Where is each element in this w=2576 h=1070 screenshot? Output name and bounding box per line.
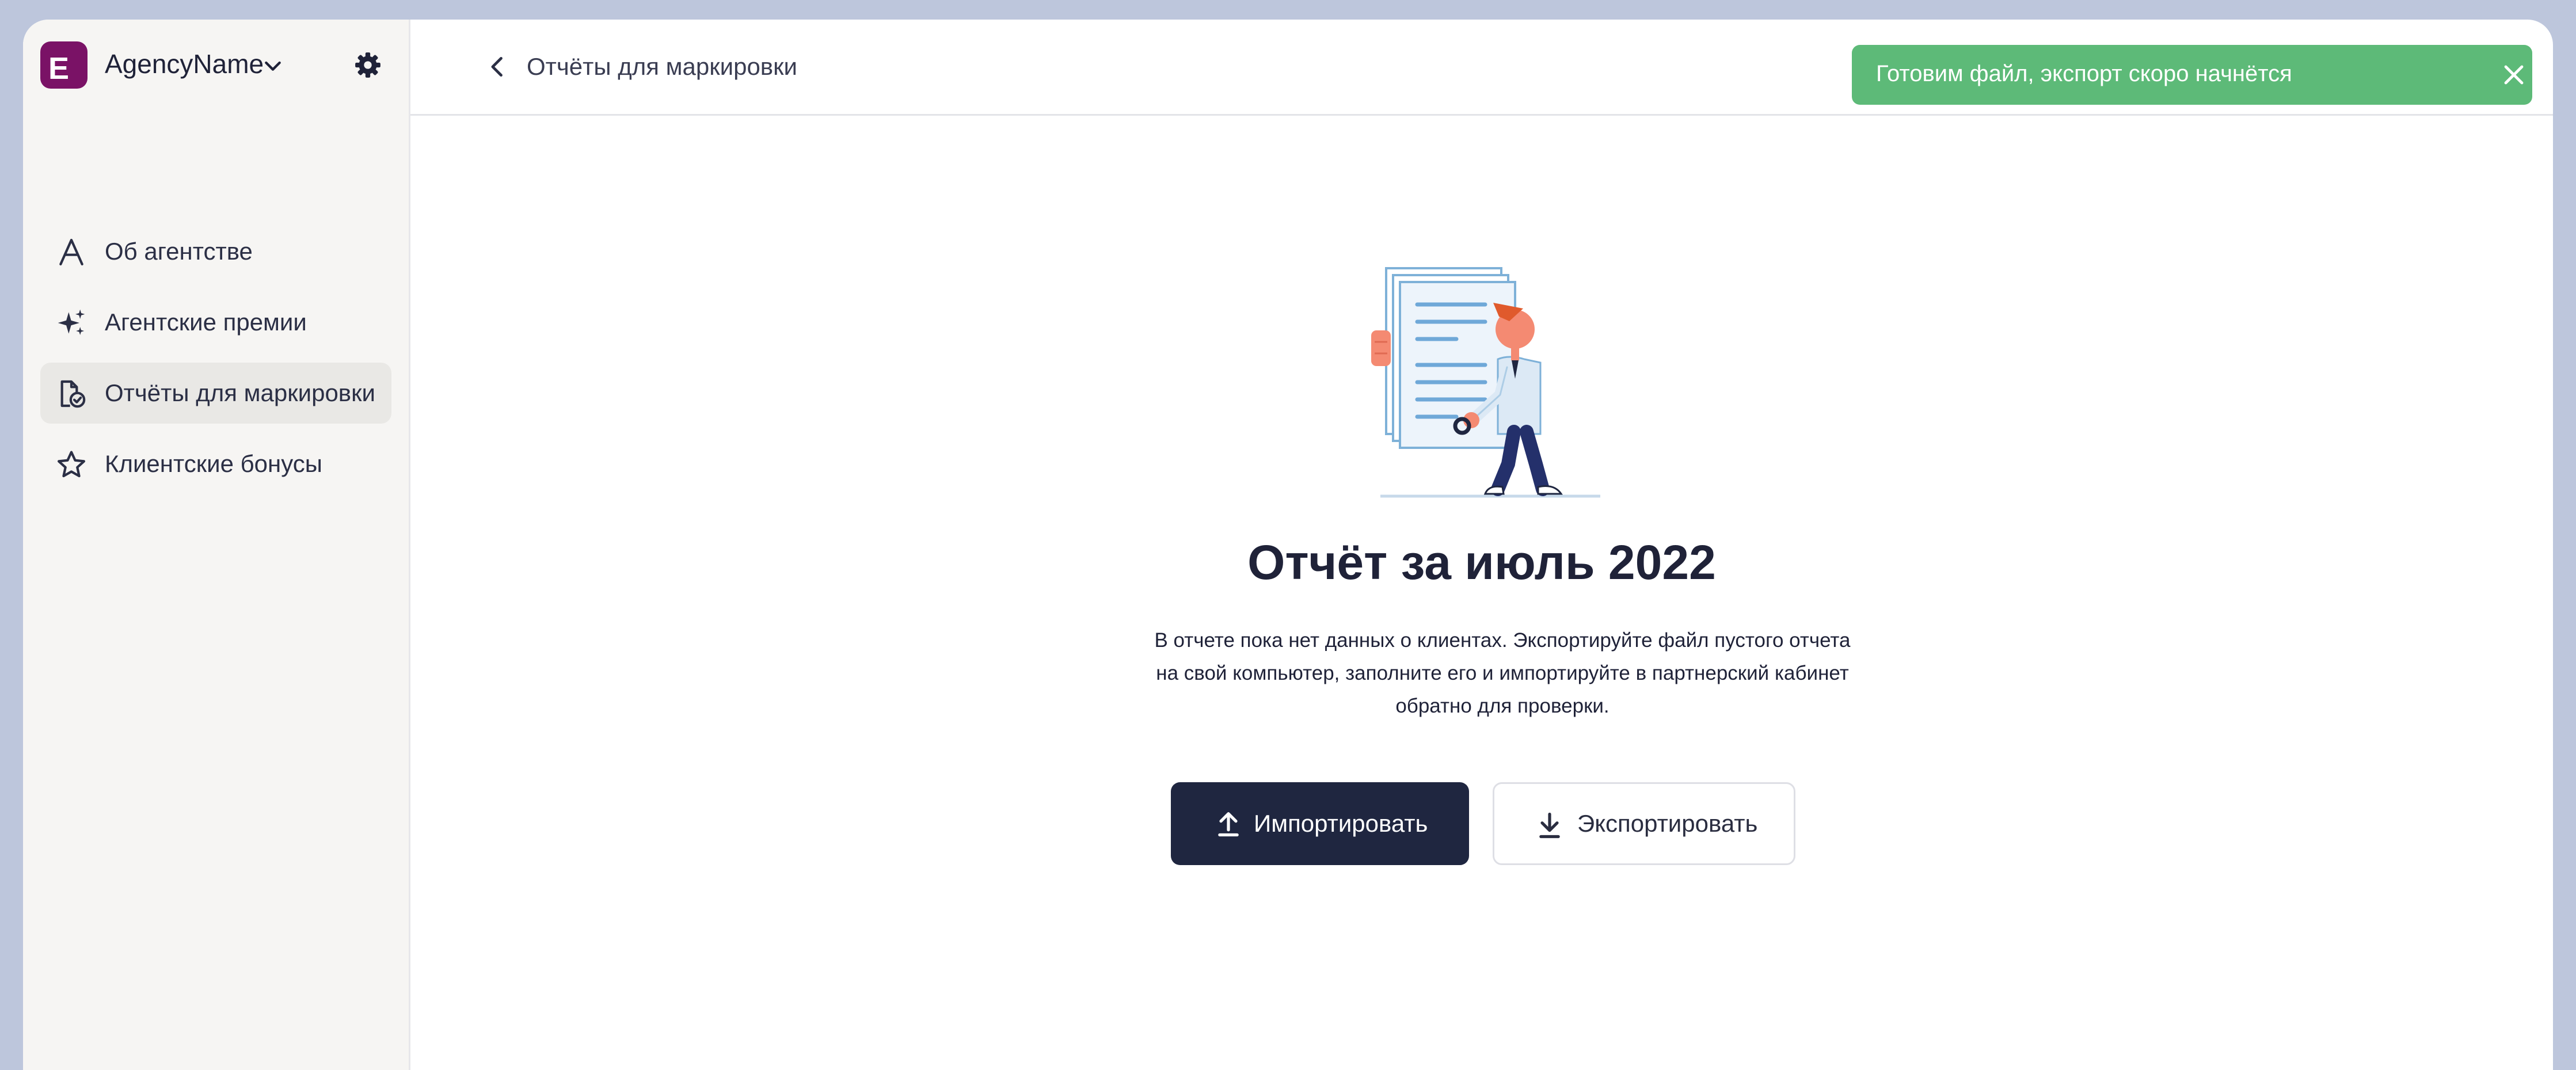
sidebar-item-label: Об агентстве — [105, 238, 253, 265]
toast-message: Готовим файл, экспорт скоро начнётся — [1876, 61, 2292, 86]
export-button[interactable]: Экспортировать — [1493, 782, 1795, 865]
letter-a-icon — [59, 238, 83, 266]
chevron-left-icon[interactable] — [485, 54, 511, 79]
app-window: E AgencyName Об агентстве Агентские прем… — [23, 20, 2553, 1070]
agency-name[interactable]: AgencyName — [105, 48, 264, 79]
document-check-icon — [60, 380, 86, 408]
empty-state-description: В отчете пока нет данных о клиентах. Экс… — [1154, 629, 1851, 717]
export-button-label: Экспортировать — [1577, 810, 1758, 837]
star-icon — [57, 451, 86, 478]
sidebar-item-label: Клиентские бонусы — [105, 450, 322, 477]
sidebar-item-bonuses[interactable]: Клиентские бонусы — [40, 433, 391, 494]
toast-notification: Готовим файл, экспорт скоро начнётся — [1852, 45, 2532, 105]
sidebar-item-premiums[interactable]: Агентские премии — [40, 292, 391, 353]
import-button[interactable]: Импортировать — [1171, 782, 1469, 865]
sparkles-icon — [58, 309, 85, 335]
agency-logo[interactable]: E — [40, 41, 87, 89]
sidebar-nav: Об агентстве Агентские премии Отчёты для… — [40, 221, 391, 504]
download-icon — [1539, 812, 1560, 839]
sidebar-item-label: Отчёты для маркировки — [105, 379, 375, 406]
close-icon[interactable] — [2500, 61, 2528, 89]
chevron-down-icon[interactable] — [261, 54, 284, 77]
report-illustration — [1371, 267, 1600, 498]
import-button-label: Импортировать — [1254, 810, 1428, 837]
sidebar-item-about[interactable]: Об агентстве — [40, 221, 391, 282]
page-title: Отчёт за июль 2022 — [1247, 535, 1716, 589]
sidebar: E AgencyName Об агентстве Агентские прем… — [23, 20, 410, 1070]
breadcrumb[interactable]: Отчёты для маркировки — [527, 53, 797, 81]
gear-icon[interactable] — [353, 51, 382, 79]
upload-icon — [1218, 812, 1239, 837]
sidebar-item-label: Агентские премии — [105, 309, 307, 336]
sidebar-item-reports[interactable]: Отчёты для маркировки — [40, 363, 391, 424]
